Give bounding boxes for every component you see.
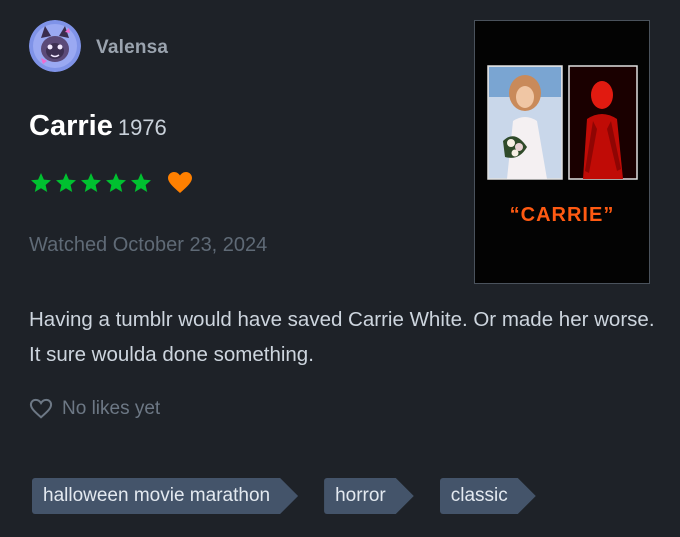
film-heading: Carrie 1976 [29,110,167,143]
review-text: Having a tumblr would have saved Carrie … [29,308,655,366]
film-poster[interactable]: “CARRIE” [474,20,650,284]
username[interactable]: Valensa [96,37,168,59]
watched-date[interactable]: Watched October 23, 2024 [29,234,267,257]
star-icon [106,173,126,192]
avatar-creature-icon [29,20,81,72]
star-icon [56,173,76,192]
avatar[interactable] [29,20,81,72]
star-icon [131,173,151,192]
film-title[interactable]: Carrie [29,110,113,142]
star-rating [29,171,153,195]
poster-title: “CARRIE” [510,204,615,226]
tag[interactable]: halloween movie marathon [32,478,298,514]
star-icon [81,173,101,192]
likes-label: No likes yet [62,398,161,419]
tag[interactable]: classic [440,478,536,514]
likes[interactable]: No likes yet [29,398,160,420]
poster-artwork: “CARRIE” [475,21,649,283]
film-year[interactable]: 1976 [118,115,167,140]
heart-outline-icon[interactable] [29,398,53,420]
liked-heart-icon [168,172,192,193]
star-icon [31,173,51,192]
rating [29,171,193,195]
tag-list: halloween movie marathon horror classic [32,478,536,514]
tag[interactable]: horror [324,478,414,514]
